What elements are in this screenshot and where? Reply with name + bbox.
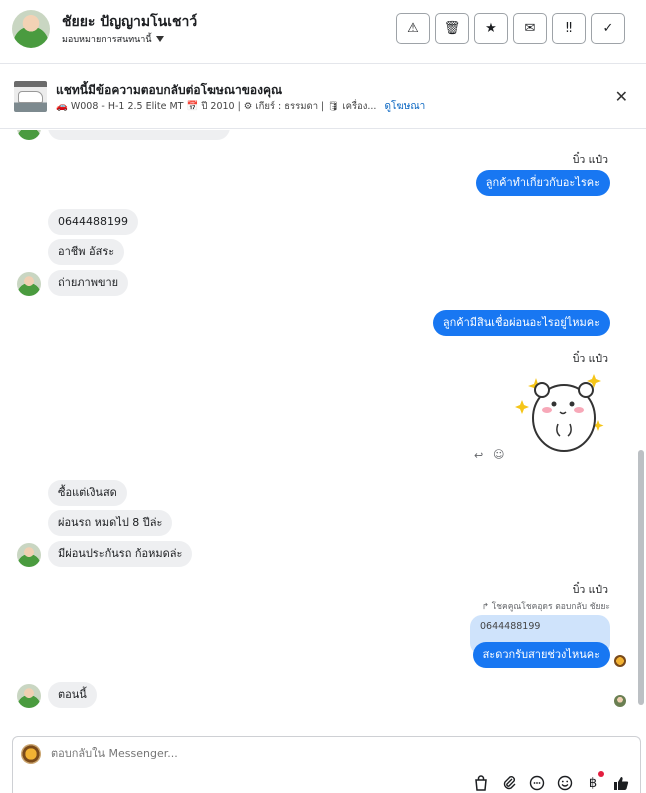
page-avatar <box>21 744 41 764</box>
assign-conversation-dropdown[interactable]: มอบหมายการสนทนานี้ <box>62 32 164 46</box>
check-icon: ✓ <box>602 21 614 36</box>
caret-down-icon <box>155 36 164 42</box>
sender-name: บิ๋ว แป๋ว <box>572 353 608 365</box>
star-icon: ★ <box>485 21 497 36</box>
message-bubble-incoming[interactable]: อาชีพ อัสระ <box>48 239 125 265</box>
mark-done-button[interactable]: ✓ <box>591 13 625 44</box>
contact-name[interactable]: ชัยยะ ปัญญามโนเชาว์ <box>62 11 197 33</box>
ad-details-row: 🚗 W008 - H-1 2.5 Elite MT 📅 ปี 2010 | ⚙ … <box>56 99 425 114</box>
quoted-text: 0644488199 <box>480 621 541 632</box>
reply-icon[interactable]: ↩ <box>474 449 483 462</box>
message-bubble-outgoing[interactable]: ลูกค้าทำเกี่ยวกับอะไรคะ <box>475 170 610 196</box>
message-bubble-incoming[interactable]: 0644488199 <box>48 209 138 235</box>
seen-avatar <box>614 655 626 667</box>
double-exclamation-icon: ‼ <box>565 21 573 36</box>
scrollbar-thumb[interactable] <box>638 450 644 705</box>
conversation-header: ชัยยะ ปัญญามโนเชาว์ มอบหมายการสนทนานี้ ⚠… <box>0 0 646 64</box>
ad-thumbnail <box>14 81 47 112</box>
sender-name: บิ๋ว แป๋ว <box>572 154 608 166</box>
seen-avatar <box>614 695 626 707</box>
paperclip-icon[interactable] <box>500 774 518 792</box>
message-bubble-incoming[interactable]: ผ่อนรถ หมดไป 8 ปีล่ะ <box>48 510 173 536</box>
reply-note-text: โชคคูณโชคอุดร ตอบกลับ ชัยยะ <box>491 602 610 612</box>
header-actions: ⚠ 🗑 ★ ✉ ‼ ✓ <box>396 13 625 44</box>
close-icon[interactable]: ✕ <box>615 87 628 106</box>
follow-up-button[interactable]: ‼ <box>552 13 586 44</box>
chat-bubble-icon[interactable] <box>528 774 546 792</box>
car-image <box>18 91 43 103</box>
reply-arrow-icon: ↱ <box>481 602 490 612</box>
sender-name: บิ๋ว แป๋ว <box>572 584 608 596</box>
message-bubble-outgoing[interactable]: ลูกค้ามีสินเชื่อผ่อนอะไรอยู่ไหมคะ <box>432 310 610 336</box>
delete-button[interactable]: 🗑 <box>435 13 469 44</box>
message-bubble-incoming[interactable]: มีผ่อนประกันรถ ก้อหมดล่ะ <box>48 541 193 567</box>
composer-tools: ฿ <box>472 771 630 792</box>
hamster-sticker <box>515 374 604 452</box>
baht-icon[interactable]: ฿ <box>584 771 604 792</box>
trash-icon: 🗑 <box>443 21 461 36</box>
notification-dot <box>598 771 604 777</box>
envelope-open-icon: ✉ <box>524 21 536 36</box>
contact-avatar-small <box>17 543 41 567</box>
contact-avatar[interactable] <box>12 10 50 48</box>
contact-avatar-small <box>17 130 41 140</box>
ad-details: 🚗 W008 - H-1 2.5 Elite MT 📅 ปี 2010 | ⚙ … <box>56 101 377 112</box>
react-smiley-icon[interactable]: ☺ <box>493 448 504 461</box>
ad-title: แชทนี้มีข้อความตอบกลับต่อโฆษณาของคุณ <box>56 83 283 97</box>
message-composer: ฿ <box>12 736 641 793</box>
message-list[interactable]: บิ๋ว แป๋ว ลูกค้าทำเกี่ยวกับอะไรคะ 064448… <box>0 130 646 730</box>
smiley-icon[interactable] <box>556 774 574 792</box>
message-bubble-incoming[interactable]: ถ่ายภาพขาย <box>48 270 129 296</box>
star-button[interactable]: ★ <box>474 13 508 44</box>
message-bubble-incoming[interactable]: ตอนนี้ <box>48 682 97 708</box>
view-ad-link[interactable]: ดูโฆษณา <box>384 99 425 114</box>
message-bubble-incoming <box>48 130 230 140</box>
ad-context-bar: แชทนี้มีข้อความตอบกลับต่อโฆษณาของคุณ 🚗 W… <box>0 65 646 129</box>
contact-avatar-small <box>17 684 41 708</box>
spam-button[interactable]: ⚠ <box>396 13 430 44</box>
reply-context: ↱ โชคคูณโชคอุดร ตอบกลับ ชัยยะ <box>482 599 610 613</box>
mark-unread-button[interactable]: ✉ <box>513 13 547 44</box>
contact-avatar-small <box>17 272 41 296</box>
assign-label: มอบหมายการสนทนานี้ <box>62 35 152 45</box>
message-bubble-outgoing[interactable]: สะดวกรับสายช่วงไหนคะ <box>472 642 610 668</box>
thumbs-up-icon[interactable] <box>612 774 630 792</box>
alert-triangle-icon: ⚠ <box>407 21 419 36</box>
message-bubble-incoming[interactable]: ซื้อแต่เงินสด <box>48 480 127 506</box>
reply-input[interactable] <box>51 747 451 760</box>
shopping-bag-icon[interactable] <box>472 774 490 792</box>
